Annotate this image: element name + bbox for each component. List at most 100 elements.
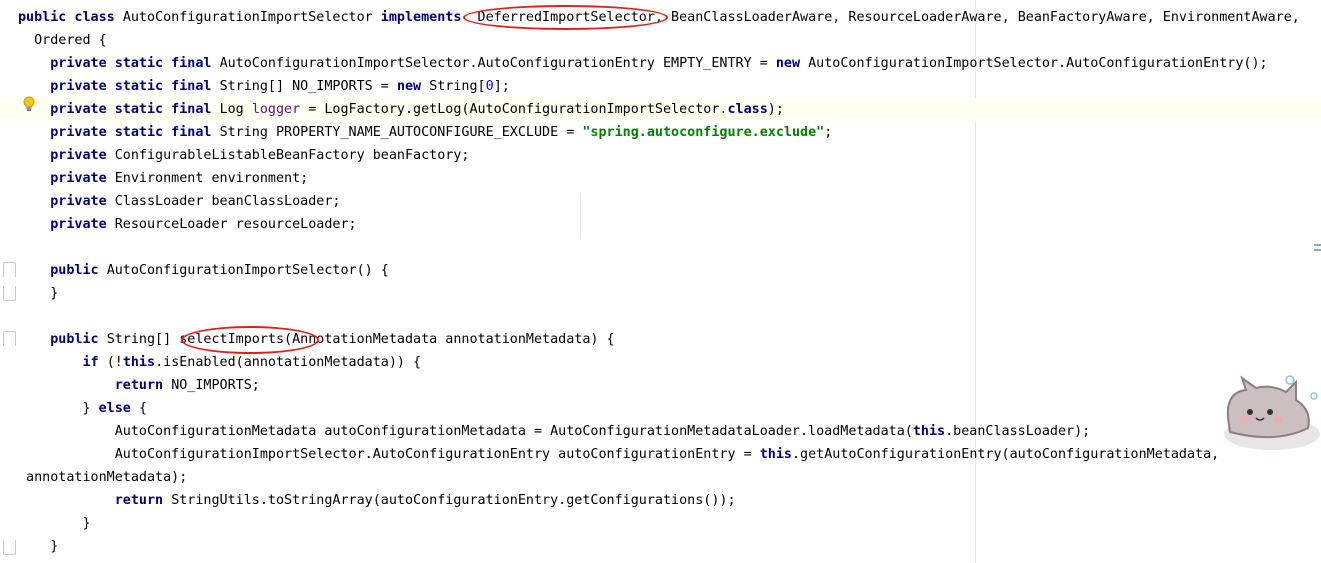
fold-end-icon[interactable] xyxy=(3,540,16,555)
code-line[interactable]: annotationMetadata); xyxy=(0,466,1321,489)
code-line[interactable]: } xyxy=(0,282,1321,305)
code-token: return xyxy=(114,493,172,508)
code-token: Ordered { xyxy=(18,33,107,48)
code-token: = LogFactory.getLog(AutoConfigurationImp… xyxy=(300,102,728,117)
scrollbar-marker[interactable] xyxy=(1314,249,1321,251)
code-token: this xyxy=(122,355,156,370)
code-token: new xyxy=(775,56,809,71)
code-token: public xyxy=(50,263,107,278)
code-token: ]; xyxy=(493,79,510,94)
code-token: StringUtils.toStringArray(autoConfigurat… xyxy=(171,493,736,508)
code-token: private static final xyxy=(50,125,220,140)
fold-start-icon[interactable] xyxy=(3,331,16,346)
code-token: AutoConfigurationImportSelector() { xyxy=(106,263,389,278)
code-line[interactable]: } xyxy=(0,535,1321,558)
code-token: String PROPERTY_NAME_AUTOCONFIGURE_EXCLU… xyxy=(219,125,583,140)
code-token: { xyxy=(138,401,147,416)
code-line[interactable]: } xyxy=(0,512,1321,535)
code-token: .beanClassLoader); xyxy=(945,424,1091,439)
code-token: } xyxy=(18,286,59,301)
code-token: private static final xyxy=(50,79,220,94)
code-line[interactable]: if (!this.isEnabled(annotationMetadata))… xyxy=(0,351,1321,374)
code-token: private xyxy=(50,217,115,232)
code-line[interactable]: AutoConfigurationImportSelector.AutoConf… xyxy=(0,443,1321,466)
code-line[interactable]: AutoConfigurationMetadata autoConfigurat… xyxy=(0,420,1321,443)
code-token: return xyxy=(114,378,172,393)
code-token: class xyxy=(727,102,768,117)
code-line[interactable]: private static final String PROPERTY_NAM… xyxy=(0,121,1321,144)
code-token: ResourceLoader resourceLoader; xyxy=(114,217,357,232)
code-line[interactable] xyxy=(0,305,1321,328)
code-token: private static final xyxy=(50,56,220,71)
code-token: if xyxy=(82,355,107,370)
code-token: AutoConfigurationImportSelector.AutoConf… xyxy=(808,56,1268,71)
code-token: public xyxy=(50,332,107,347)
code-token: public class xyxy=(18,10,123,25)
fold-start-icon[interactable] xyxy=(3,262,16,277)
code-line[interactable]: private static final AutoConfigurationIm… xyxy=(0,52,1321,75)
code-line[interactable]: private ConfigurableListableBeanFactory … xyxy=(0,144,1321,167)
code-line[interactable]: private ClassLoader beanClassLoader; xyxy=(0,190,1321,213)
code-token: String[] NO_IMPORTS = xyxy=(219,79,397,94)
code-token: private static final xyxy=(50,102,220,117)
code-token: else xyxy=(98,401,139,416)
code-token: private xyxy=(50,171,115,186)
code-token: } xyxy=(18,401,99,416)
code-line[interactable]: private static final Log logger = LogFac… xyxy=(0,98,1321,121)
code-token: private xyxy=(50,194,115,209)
code-token: AutoConfigurationImportSelector.AutoConf… xyxy=(219,56,776,71)
code-token: .isEnabled(annotationMetadata)) { xyxy=(155,355,422,370)
code-token: "spring.autoconfigure.exclude" xyxy=(582,125,825,140)
code-token: this xyxy=(912,424,946,439)
code-line[interactable]: private Environment environment; xyxy=(0,167,1321,190)
code-token: ; xyxy=(824,125,833,140)
code-token: AutoConfigurationMetadata autoConfigurat… xyxy=(18,424,913,439)
code-token: .getAutoConfigurationEntry(autoConfigura… xyxy=(791,447,1220,462)
code-token: (! xyxy=(106,355,123,370)
cat-sticker-icon xyxy=(1224,375,1320,450)
code-token: AutoConfigurationImportSelector xyxy=(122,10,381,25)
code-token: } xyxy=(18,516,91,531)
code-token: ); xyxy=(767,102,784,117)
code-line[interactable]: private static final String[] NO_IMPORTS… xyxy=(0,75,1321,98)
code-token: this xyxy=(759,447,792,462)
code-token: private xyxy=(50,148,115,163)
lightbulb-icon[interactable] xyxy=(23,96,35,112)
code-line[interactable]: public AutoConfigurationImportSelector()… xyxy=(0,259,1321,282)
code-token: ClassLoader beanClassLoader; xyxy=(114,194,341,209)
code-token: 0 xyxy=(485,79,494,94)
code-token: NO_IMPORTS; xyxy=(171,378,260,393)
code-token: implements xyxy=(380,10,470,25)
code-token: Environment environment; xyxy=(114,171,309,186)
code-line[interactable] xyxy=(0,236,1321,259)
highlight-ellipse-select-imports xyxy=(181,326,319,354)
code-token: String[ xyxy=(429,79,486,94)
code-line[interactable]: return StringUtils.toStringArray(autoCon… xyxy=(0,489,1321,512)
code-token: ConfigurableListableBeanFactory beanFact… xyxy=(114,148,470,163)
code-token: annotationMetadata); xyxy=(18,470,188,485)
scrollbar-marker[interactable] xyxy=(1314,244,1321,246)
code-token: AutoConfigurationImportSelector.AutoConf… xyxy=(18,447,760,462)
code-editor[interactable]: public class AutoConfigurationImportSele… xyxy=(0,0,1321,563)
code-line[interactable]: return NO_IMPORTS; xyxy=(0,374,1321,397)
code-line[interactable]: } else { xyxy=(0,397,1321,420)
code-line[interactable]: Ordered { xyxy=(0,29,1321,52)
code-token: new xyxy=(396,79,430,94)
fold-end-icon[interactable] xyxy=(3,286,16,301)
code-token: logger xyxy=(251,102,301,117)
code-token: Log xyxy=(219,102,252,117)
code-token: } xyxy=(18,539,59,554)
code-line[interactable]: private ResourceLoader resourceLoader; xyxy=(0,213,1321,236)
